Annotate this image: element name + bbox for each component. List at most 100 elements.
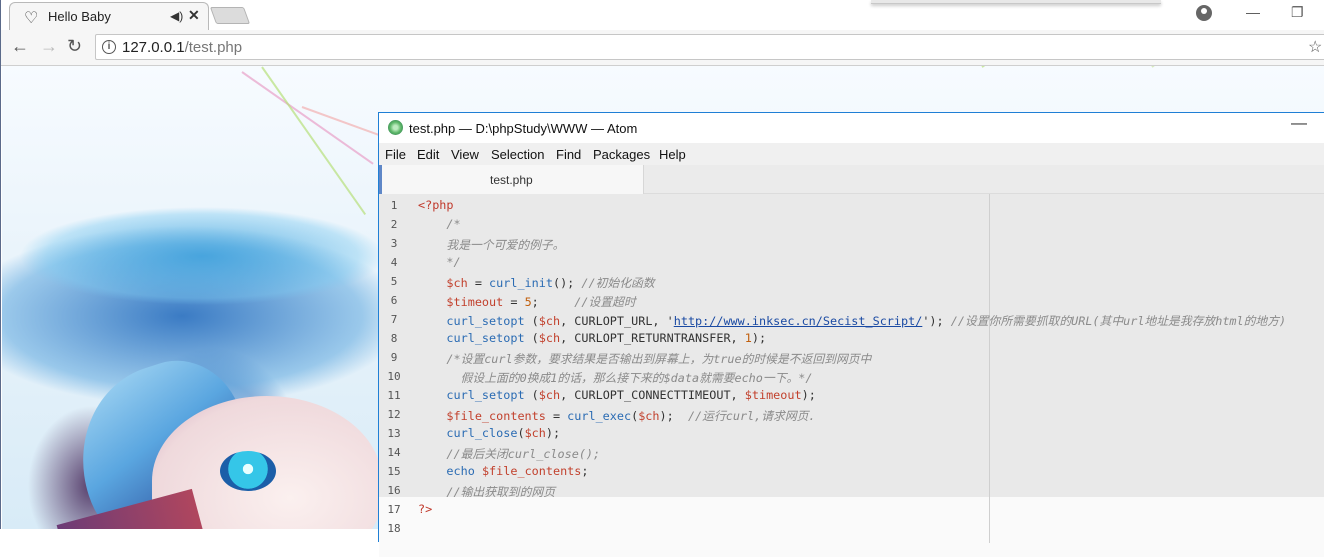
decor-streak: [261, 66, 367, 216]
menu-find[interactable]: Find: [556, 147, 581, 162]
line-number: 1: [390, 199, 398, 212]
menu-file[interactable]: File: [385, 147, 406, 162]
bookmark-star-icon[interactable]: ☆: [1308, 37, 1322, 57]
code-line[interactable]: <?php: [418, 198, 454, 212]
code-line[interactable]: */: [418, 255, 461, 269]
editor-tab-test-php[interactable]: test.php: [379, 165, 644, 194]
code-token: /*设置curl参数，要求结果是否输出到屏幕上，为true的时候是不返回到网页中: [418, 352, 872, 366]
profile-icon[interactable]: [1196, 5, 1212, 21]
code-token: (: [524, 331, 539, 345]
code-line[interactable]: 我是一个可爱的例子。: [418, 236, 564, 253]
code-token: 1: [744, 331, 752, 345]
close-tab-icon[interactable]: ✕: [188, 7, 200, 24]
code-token: $ch: [524, 426, 546, 440]
code-line[interactable]: /*设置curl参数，要求结果是否输出到屏幕上，为true的时候是不返回到网页中: [418, 350, 871, 367]
minimize-icon[interactable]: —: [1246, 4, 1260, 20]
popup-edge: [871, 0, 1161, 4]
url-text: 127.0.0.1/test.php: [122, 39, 243, 56]
code-token: ();: [552, 276, 582, 290]
code-token: ?>: [418, 502, 433, 516]
decor-streak: [1151, 66, 1245, 68]
code-line[interactable]: $timeout = 5; //设置超时: [418, 293, 636, 310]
code-token: curl_setopt: [446, 388, 525, 402]
code-token: //设置超时: [574, 295, 636, 309]
code-token: curl_exec: [567, 409, 632, 423]
browser-tab[interactable]: ♡ Hello Baby ◀) ✕: [9, 2, 209, 30]
code-token: );: [659, 409, 688, 423]
line-number: 15: [387, 465, 401, 478]
address-bar[interactable]: i 127.0.0.1/test.php ☆: [95, 34, 1324, 60]
code-line[interactable]: $ch = curl_init(); //初始化函数: [418, 274, 654, 291]
code-token: //最后关闭curl_close();: [418, 447, 601, 461]
code-line[interactable]: curl_close($ch);: [418, 426, 560, 440]
heart-favicon-icon: ♡: [24, 10, 39, 27]
code-line[interactable]: ?>: [418, 502, 432, 516]
reload-icon[interactable]: ↻: [67, 36, 82, 57]
forward-arrow-icon[interactable]: →: [40, 36, 58, 57]
code-token: $timeout: [446, 295, 504, 309]
code-line[interactable]: //最后关闭curl_close();: [418, 445, 600, 462]
code-token: $file_contents: [446, 409, 546, 423]
code-line[interactable]: 假设上面的0换成1的话，那么接下来的$data就需要echo一下。*/: [418, 369, 813, 386]
code-token: $ch: [538, 331, 561, 345]
restore-icon[interactable]: ❐: [1291, 4, 1304, 21]
code-line[interactable]: /*: [418, 217, 460, 231]
editor-tab-label: test.php: [490, 173, 533, 187]
line-number: 2: [390, 218, 398, 231]
code-line[interactable]: curl_setopt ($ch, CURLOPT_URL, 'http://w…: [418, 312, 1286, 329]
menu-selection[interactable]: Selection: [491, 147, 544, 162]
code-token: =: [467, 276, 490, 290]
line-number: 3: [390, 237, 398, 250]
code-token: , CURLOPT_URL, ': [560, 314, 674, 328]
code-token: ');: [922, 314, 951, 328]
code-token: //运行curl,请求网页.: [687, 409, 816, 423]
code-editor[interactable]: 1 <?php 2 /* 3 我是一个可爱的例子。 4 */ 5 $ch = curl_i…: [379, 194, 1324, 557]
menu-packages[interactable]: Packages: [593, 147, 650, 162]
code-token: $ch: [538, 314, 561, 328]
info-icon[interactable]: i: [102, 40, 116, 54]
minimize-icon[interactable]: —: [1291, 115, 1307, 133]
atom-menubar: File Edit View Selection Find Packages H…: [379, 143, 1324, 165]
code-line[interactable]: $file_contents = curl_exec($ch); //运行cur…: [418, 407, 816, 424]
code-line[interactable]: curl_setopt ($ch, CURLOPT_RETURNTRANSFER…: [418, 331, 766, 345]
code-line[interactable]: echo $file_contents;: [418, 464, 589, 478]
code-token: , CURLOPT_CONNECTTIMEOUT,: [560, 388, 745, 402]
code-token: =: [503, 295, 525, 309]
code-token: );: [801, 388, 816, 402]
atom-window: test.php — D:\phpStudy\WWW — Atom — File…: [378, 112, 1324, 557]
line-number: 13: [387, 427, 401, 440]
code-token[interactable]: http://www.inksec.cn/Secist_Script/: [674, 314, 923, 328]
editor-empty-area: [379, 497, 1324, 557]
code-token: */: [418, 255, 461, 269]
code-token: (: [524, 314, 539, 328]
code-token: //输出获取到的网页: [418, 485, 555, 499]
code-token: curl_close: [446, 426, 518, 440]
code-line[interactable]: //输出获取到的网页: [418, 483, 555, 500]
back-arrow-icon[interactable]: ←: [11, 36, 29, 57]
code-line[interactable]: curl_setopt ($ch, CURLOPT_CONNECTTIMEOUT…: [418, 388, 816, 402]
line-number: 12: [387, 408, 401, 421]
line-number: 9: [390, 351, 398, 364]
code-token: 我是一个可爱的例子。: [418, 238, 565, 252]
line-number: 10: [387, 370, 401, 383]
decor-streak: [981, 66, 1057, 68]
code-token: ;: [531, 295, 575, 309]
code-token: $timeout: [744, 388, 802, 402]
code-token: , CURLOPT_RETURNTRANSFER,: [560, 331, 745, 345]
code-token: echo: [446, 464, 475, 478]
wrap-guide: [989, 194, 990, 543]
menu-edit[interactable]: Edit: [417, 147, 439, 162]
code-token: =: [545, 409, 568, 423]
menu-help[interactable]: Help: [659, 147, 686, 162]
anime-eye: [220, 451, 276, 491]
decor-streak: [241, 71, 374, 165]
code-token: (: [517, 426, 525, 440]
audio-playing-icon[interactable]: ◀): [170, 9, 183, 23]
code-token: ;: [581, 464, 589, 478]
menu-view[interactable]: View: [451, 147, 479, 162]
new-tab-button[interactable]: [209, 7, 251, 24]
